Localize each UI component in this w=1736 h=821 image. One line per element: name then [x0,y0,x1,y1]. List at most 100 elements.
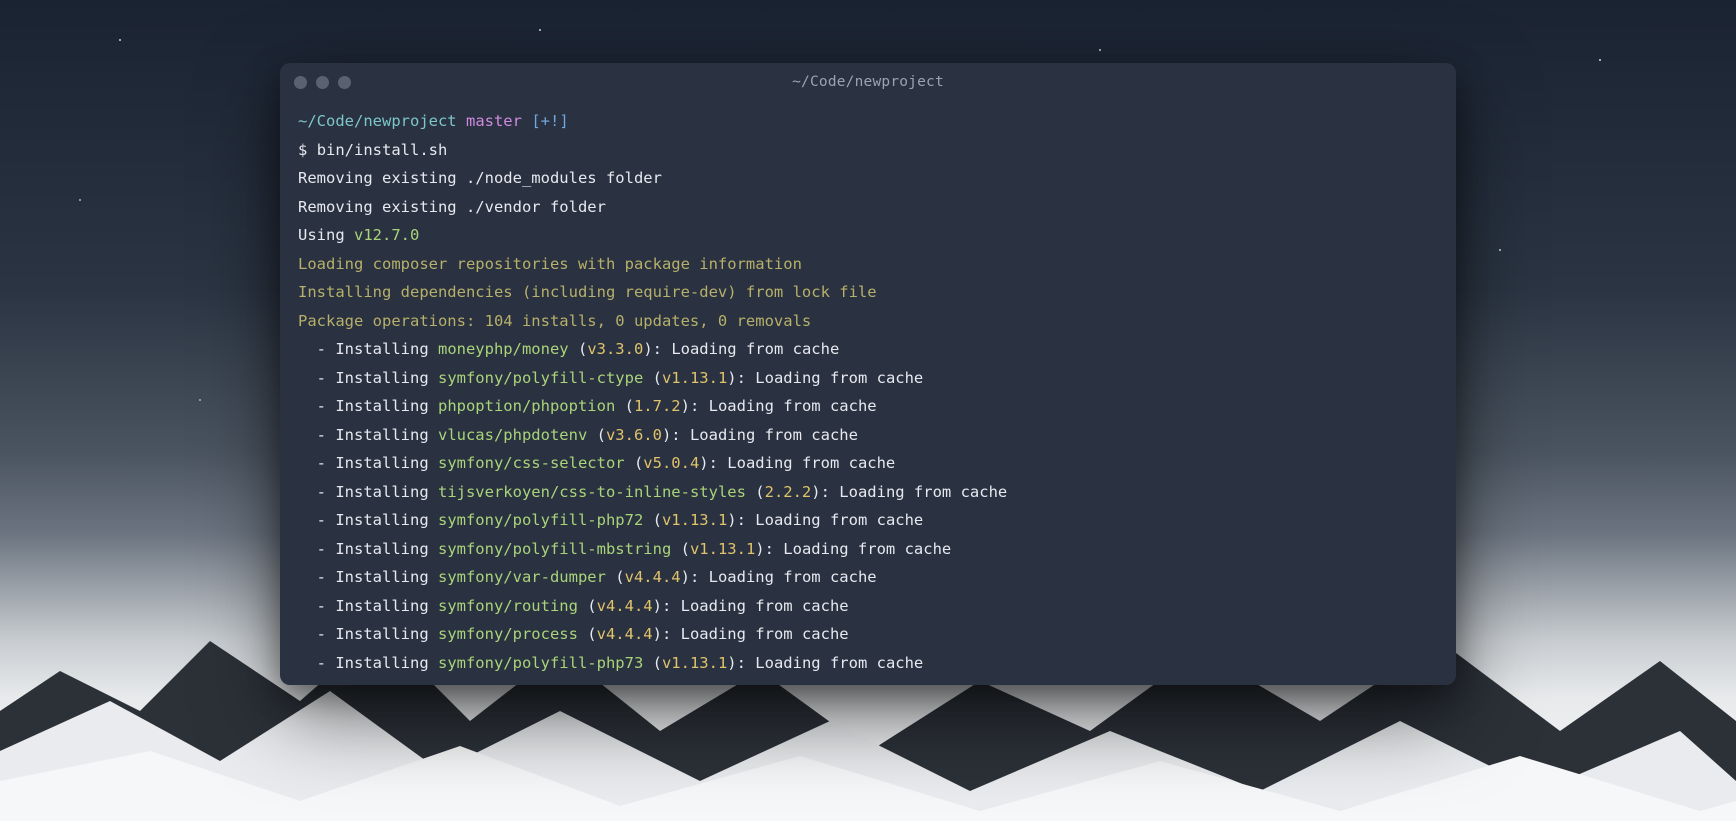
paren-close: ): [811,483,839,501]
install-package: symfony/var-dumper [438,568,606,586]
minimize-icon[interactable] [316,76,329,89]
window-controls [294,76,351,89]
install-version: v4.4.4 [625,568,681,586]
paren-open: ( [578,625,597,643]
paren-close: ): [699,454,727,472]
install-status: Loading from cache [681,625,849,643]
close-icon[interactable] [294,76,307,89]
install-row: - Installing tijsverkoyen/css-to-inline-… [298,478,1438,507]
install-prefix: - Installing [298,625,438,643]
install-prefix: - Installing [298,568,438,586]
paren-close: ): [653,625,681,643]
install-list: - Installing moneyphp/money (v3.3.0): Lo… [298,335,1438,677]
window-title: ~/Code/newproject [280,74,1456,90]
output-line: Removing existing ./vendor folder [298,198,606,216]
install-status: Loading from cache [681,597,849,615]
output-line: Package operations: 104 installs, 0 upda… [298,312,811,330]
install-package: phpoption/phpoption [438,397,615,415]
paren-close: ): [727,654,755,672]
paren-open: ( [625,454,644,472]
install-row: - Installing symfony/polyfill-php72 (v1.… [298,506,1438,535]
install-prefix: - Installing [298,483,438,501]
prompt-command: bin/install.sh [317,141,448,159]
install-version: v1.13.1 [662,369,727,387]
install-package: symfony/polyfill-php72 [438,511,643,529]
terminal-body[interactable]: ~/Code/newproject master [+!] $ bin/inst… [280,101,1456,685]
install-prefix: - Installing [298,426,438,444]
paren-close: ): [643,340,671,358]
install-status: Loading from cache [709,397,877,415]
install-package: symfony/css-selector [438,454,625,472]
terminal-window[interactable]: ~/Code/newproject ~/Code/newproject mast… [280,63,1456,685]
output-line: Loading composer repositories with packa… [298,255,802,273]
install-package: symfony/process [438,625,578,643]
install-prefix: - Installing [298,340,438,358]
install-version: v4.4.4 [597,597,653,615]
paren-open: ( [671,540,690,558]
install-version: v1.13.1 [662,654,727,672]
install-package: moneyphp/money [438,340,569,358]
install-row: - Installing vlucas/phpdotenv (v3.6.0): … [298,421,1438,450]
paren-open: ( [643,369,662,387]
install-row: - Installing symfony/polyfill-mbstring (… [298,535,1438,564]
install-version: v3.6.0 [606,426,662,444]
install-version: v3.3.0 [587,340,643,358]
install-version: v1.13.1 [662,511,727,529]
install-status: Loading from cache [783,540,951,558]
paren-open: ( [606,568,625,586]
paren-open: ( [615,397,634,415]
install-package: tijsverkoyen/css-to-inline-styles [438,483,746,501]
install-package: vlucas/phpdotenv [438,426,587,444]
install-status: Loading from cache [690,426,858,444]
install-package: symfony/polyfill-mbstring [438,540,671,558]
install-prefix: - Installing [298,454,438,472]
install-row: - Installing phpoption/phpoption (1.7.2)… [298,392,1438,421]
paren-close: ): [681,568,709,586]
install-package: symfony/polyfill-ctype [438,369,643,387]
install-status: Loading from cache [755,511,923,529]
install-prefix: - Installing [298,597,438,615]
install-status: Loading from cache [727,454,895,472]
install-row: - Installing symfony/var-dumper (v4.4.4)… [298,563,1438,592]
install-row: - Installing symfony/css-selector (v5.0.… [298,449,1438,478]
install-row: - Installing symfony/polyfill-php73 (v1.… [298,649,1438,678]
output-line: Installing dependencies (including requi… [298,283,877,301]
paren-close: ): [653,597,681,615]
paren-close: ): [681,397,709,415]
install-status: Loading from cache [671,340,839,358]
paren-open: ( [746,483,765,501]
install-prefix: - Installing [298,511,438,529]
install-version: 1.7.2 [634,397,681,415]
install-status: Loading from cache [709,568,877,586]
paren-close: ): [755,540,783,558]
output-line: Using [298,226,354,244]
paren-open: ( [569,340,588,358]
paren-close: ): [727,369,755,387]
zoom-icon[interactable] [338,76,351,89]
install-version: v1.13.1 [690,540,755,558]
paren-open: ( [578,597,597,615]
prompt-branch: master [466,112,522,130]
install-status: Loading from cache [755,654,923,672]
install-status: Loading from cache [839,483,1007,501]
install-version: v4.4.4 [597,625,653,643]
output-line: Removing existing ./node_modules folder [298,169,662,187]
install-package: symfony/polyfill-php73 [438,654,643,672]
install-package: symfony/routing [438,597,578,615]
paren-open: ( [643,511,662,529]
install-version: v5.0.4 [643,454,699,472]
titlebar[interactable]: ~/Code/newproject [280,63,1456,101]
install-row: - Installing symfony/routing (v4.4.4): L… [298,592,1438,621]
paren-open: ( [587,426,606,444]
paren-open: ( [643,654,662,672]
node-version: v12.7.0 [354,226,419,244]
paren-close: ): [727,511,755,529]
install-row: - Installing moneyphp/money (v3.3.0): Lo… [298,335,1438,364]
install-prefix: - Installing [298,540,438,558]
prompt-flags: [+!] [531,112,568,130]
install-row: - Installing symfony/polyfill-ctype (v1.… [298,364,1438,393]
prompt-symbol: $ [298,141,307,159]
install-status: Loading from cache [755,369,923,387]
paren-close: ): [662,426,690,444]
install-prefix: - Installing [298,397,438,415]
